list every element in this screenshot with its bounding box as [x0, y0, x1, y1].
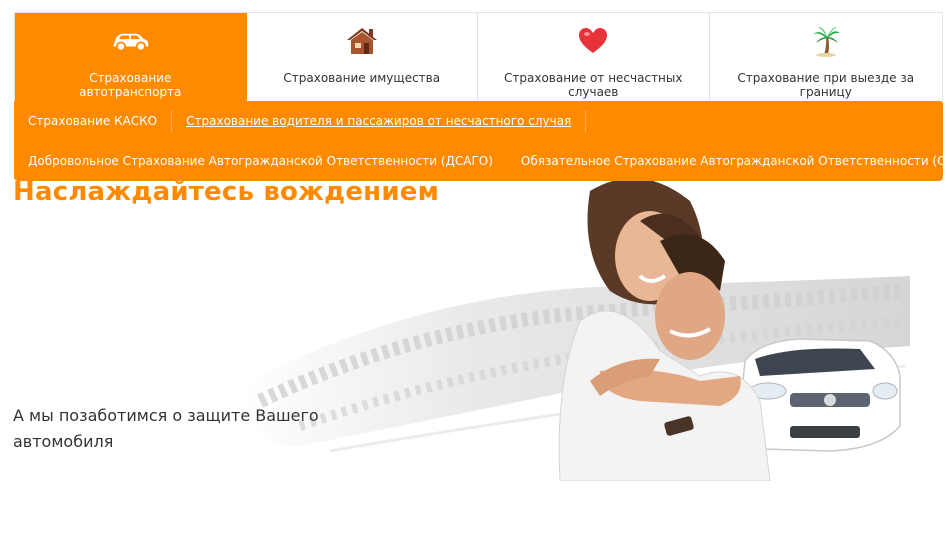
heart-icon	[573, 25, 613, 57]
palm-tree-icon	[806, 25, 846, 57]
tab-travel-insurance[interactable]: Страхование при выезде за границу	[710, 13, 943, 101]
car-icon	[110, 25, 150, 57]
tab-label: Страхование имущества	[283, 71, 441, 85]
hero-headline: Наслаждайтесь вождением	[13, 177, 440, 207]
tab-property-insurance[interactable]: Страхование имущества	[247, 13, 478, 101]
submenu-item-dsago[interactable]: Добровольное Страхование Автогражданской…	[14, 154, 507, 168]
submenu-item-osago[interactable]: Обязательное Страхование Автогражданской…	[507, 154, 950, 168]
auto-insurance-submenu: Страхование КАСКО Страхование водителя и…	[14, 101, 950, 181]
submenu-item-driver-passengers[interactable]: Страхование водителя и пассажиров от нес…	[172, 114, 585, 128]
tab-auto-insurance[interactable]: Страхование автотранспорта	[15, 13, 247, 101]
hero-subline: А мы позаботимся о защите Вашего автомоб…	[13, 406, 319, 451]
tab-label: Страхование при выезде за границу	[737, 71, 915, 99]
tab-label: Страхование от несчастных случаев	[504, 71, 683, 99]
submenu-divider	[585, 110, 587, 132]
house-icon	[342, 25, 382, 57]
tab-accident-insurance[interactable]: Страхование от несчастных случаев	[478, 13, 710, 101]
submenu-row: Добровольное Страхование Автогражданской…	[14, 141, 950, 181]
submenu-item-kasko[interactable]: Страхование КАСКО	[14, 114, 171, 128]
tab-label: Страхование автотранспорта	[79, 71, 182, 99]
insurance-category-tabs: Страхование автотранспорта Страхование и…	[14, 12, 943, 101]
submenu-row: Страхование КАСКО Страхование водителя и…	[14, 101, 943, 141]
